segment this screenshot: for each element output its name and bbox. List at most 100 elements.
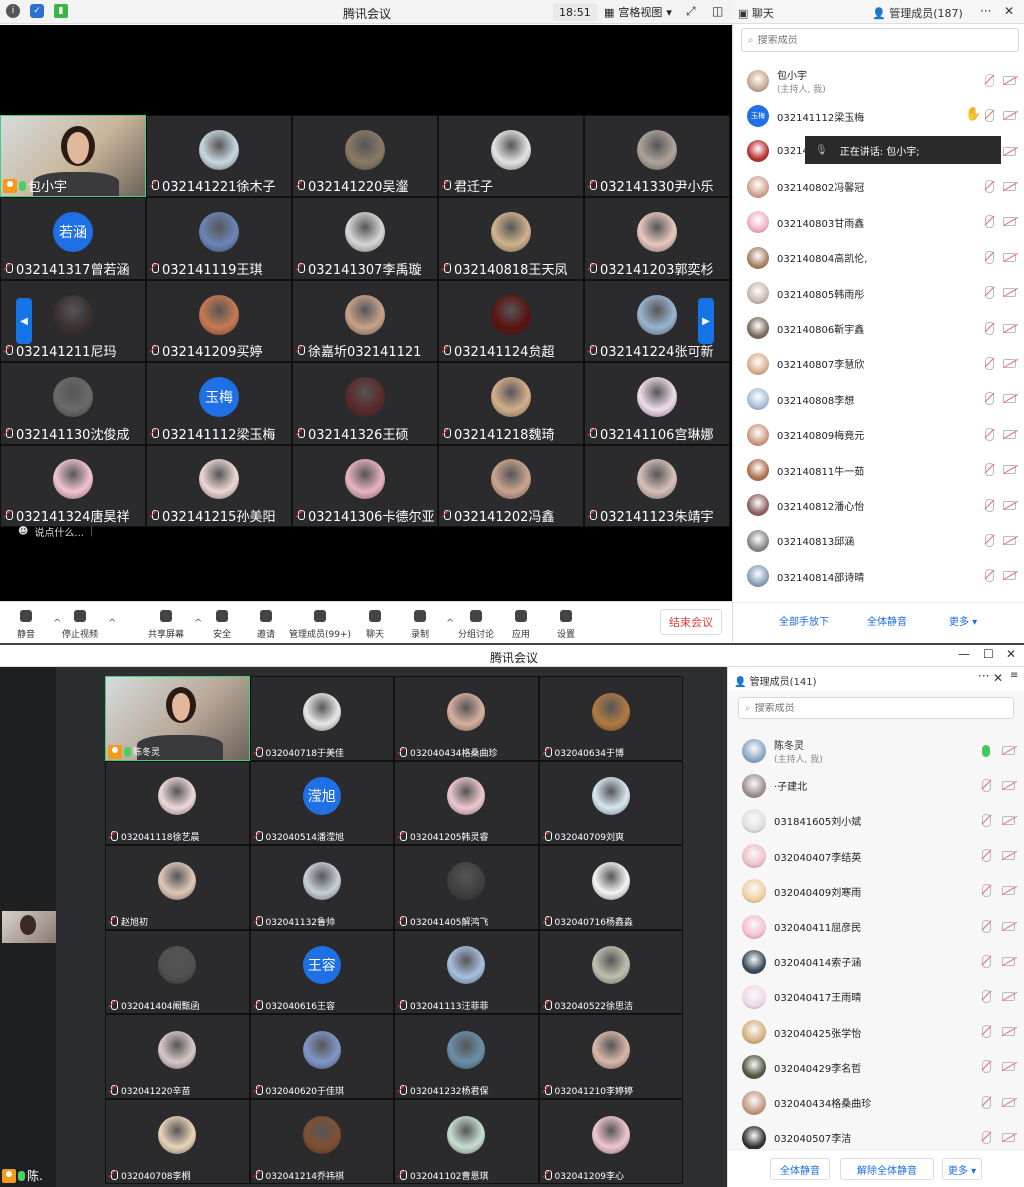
toolbar-share-screen-button[interactable]: 共享屏幕 [136, 608, 196, 640]
video-tile[interactable]: 032041209李心 [538, 1098, 683, 1184]
video-tile[interactable]: 赵旭初 [105, 845, 250, 930]
camera-off-icon[interactable] [1003, 465, 1016, 475]
member-row[interactable]: 032040434格桑曲珍 [742, 1085, 972, 1120]
mic-muted-icon[interactable] [982, 1130, 991, 1144]
toolbar-mic-button[interactable]: 静音 [0, 608, 56, 640]
member-row[interactable]: 032140804高凯伦, [747, 240, 977, 275]
mic-muted-icon[interactable] [985, 356, 994, 370]
video-tile[interactable]: 若涵 032141317曾若涵 [0, 197, 146, 280]
more-icon[interactable]: ··· [978, 669, 989, 683]
camera-off-icon[interactable] [1003, 571, 1016, 581]
video-tile[interactable]: 032141203郭奕杉 [584, 197, 730, 280]
chat-input-bar[interactable]: ☻ 说点什么... | [18, 524, 93, 539]
video-tile[interactable]: 032040620于佳琪 [249, 1014, 394, 1099]
video-tile[interactable]: 032040634于博 [538, 676, 683, 761]
camera-off-icon[interactable] [1002, 992, 1015, 1001]
prev-page-button[interactable]: ◀ [16, 298, 32, 344]
mic-muted-icon[interactable] [982, 884, 991, 898]
mic-on-icon[interactable] [982, 744, 990, 757]
camera-off-icon[interactable] [1003, 429, 1016, 439]
search-input[interactable] [757, 34, 958, 46]
mic-muted-icon[interactable] [985, 569, 994, 583]
mic-muted-icon[interactable] [985, 498, 994, 512]
video-tile[interactable]: 032041405解鸿飞 [394, 845, 539, 930]
member-row[interactable]: 032140813邱涵 [747, 523, 977, 558]
camera-off-icon[interactable] [1003, 288, 1016, 298]
camera-off-icon[interactable] [1003, 111, 1016, 121]
mic-muted-icon[interactable] [985, 392, 994, 406]
toolbar-members-button[interactable]: 管理成员(99+) [289, 608, 351, 640]
mic-muted-icon[interactable] [985, 427, 994, 441]
video-tile[interactable]: 032141130沈俊成 [0, 362, 146, 445]
more-button[interactable]: 更多 ▾ [942, 1158, 982, 1180]
camera-off-icon[interactable] [1002, 745, 1015, 755]
shield-icon[interactable]: ✓ [30, 4, 44, 18]
video-tile[interactable]: 032141330尹小乐 [584, 115, 730, 198]
camera-off-icon[interactable] [1003, 181, 1016, 191]
member-row[interactable]: 032040407李结英 [742, 839, 972, 874]
member-row[interactable]: 陈冬灵 (主持人, 我) [742, 733, 972, 768]
video-tile[interactable]: 032041205韩灵睿 [394, 760, 539, 846]
mic-muted-icon[interactable] [985, 533, 994, 547]
video-tile[interactable]: 032041113汪菲菲 [394, 929, 539, 1015]
video-tile[interactable]: 032141124贠超 [438, 279, 584, 363]
mic-muted-icon[interactable] [982, 1060, 991, 1074]
member-row[interactable]: 032040425张学怡 [742, 1015, 972, 1050]
member-row[interactable]: 032140802冯馨冠 [747, 169, 977, 204]
video-tile[interactable]: 陈冬灵 [105, 676, 250, 761]
mic-muted-icon[interactable] [982, 954, 991, 968]
video-tile[interactable]: 032040716杨鑫淼 [538, 845, 683, 930]
member-row[interactable]: 032140803甘雨鑫 [747, 205, 977, 240]
member-row[interactable]: ·子建北 [742, 768, 972, 803]
video-tile[interactable]: 032041210李婷婷 [538, 1014, 683, 1099]
mic-muted-icon[interactable] [985, 215, 994, 229]
camera-off-icon[interactable] [1002, 886, 1015, 896]
member-row[interactable]: 031841605刘小斌 [742, 803, 972, 838]
video-tile[interactable]: 032141324唐昊祥 [0, 444, 146, 527]
mic-muted-icon[interactable] [985, 286, 994, 300]
mic-muted-icon[interactable] [985, 250, 994, 264]
member-search[interactable]: ⌕ [741, 28, 1019, 52]
more-button[interactable]: 更多 ▾ [949, 613, 977, 628]
mic-muted-icon[interactable] [982, 919, 991, 933]
layout-icon[interactable]: ◫ [712, 4, 723, 18]
video-tile[interactable]: 君迁子 [438, 115, 584, 198]
mic-muted-icon[interactable] [982, 990, 991, 1003]
video-tile[interactable]: 032041102曹恩琪 [394, 1098, 539, 1184]
member-row[interactable]: 032040409刘寒雨 [742, 874, 972, 909]
video-tile[interactable]: 032041132鲁帅 [249, 845, 394, 930]
video-tile[interactable]: 032141307李禹璇 [292, 197, 438, 280]
toolbar-record-button[interactable]: 录制 [390, 608, 450, 640]
member-row[interactable]: 032140814邵诗晴 [747, 559, 977, 594]
close-icon[interactable]: ✕ [1006, 647, 1016, 661]
video-tile[interactable]: 032141215孙美阳 [146, 444, 292, 527]
mute-all-button[interactable]: 全体静音 [770, 1158, 830, 1180]
video-tile[interactable]: 032141209买婷 [146, 279, 292, 363]
toolbar-camera-button[interactable]: 停止视频 [50, 608, 110, 640]
camera-off-icon[interactable] [1002, 1132, 1015, 1142]
camera-off-icon[interactable] [1002, 1027, 1015, 1037]
mic-muted-icon[interactable] [985, 463, 994, 477]
video-tile[interactable]: 玉梅 032141112梁玉梅 [146, 362, 292, 445]
member-row[interactable]: 032140809梅竟元 [747, 417, 977, 452]
close-icon[interactable]: ✕ [1004, 4, 1014, 18]
camera-off-icon[interactable] [1003, 252, 1016, 262]
camera-off-icon[interactable] [1003, 535, 1016, 545]
camera-off-icon[interactable] [1003, 358, 1016, 368]
camera-off-icon[interactable] [1003, 323, 1016, 333]
video-tile[interactable]: 032141106宫琳娜 [584, 362, 730, 445]
video-tile[interactable]: 032141306卡德尔亚 [292, 444, 438, 527]
member-row[interactable]: 玉梅 032141112梁玉梅 [747, 98, 977, 133]
mic-muted-icon[interactable] [985, 109, 994, 123]
camera-off-icon[interactable] [1003, 75, 1016, 85]
minimize-icon[interactable]: — [958, 647, 970, 661]
video-tile[interactable]: 032040718于美佳 [249, 676, 394, 761]
camera-off-icon[interactable] [1002, 816, 1015, 825]
video-tile[interactable]: 032040522徐思洁 [538, 929, 683, 1015]
mic-icon[interactable] [985, 73, 994, 87]
video-tile[interactable]: 032040708李桐 [105, 1098, 250, 1184]
info-icon[interactable]: i [6, 4, 20, 18]
mic-muted-icon[interactable] [982, 814, 991, 827]
member-row[interactable]: 032140811牛一茹 [747, 452, 977, 487]
video-tile[interactable]: 032041404阚甄函 [105, 929, 250, 1015]
